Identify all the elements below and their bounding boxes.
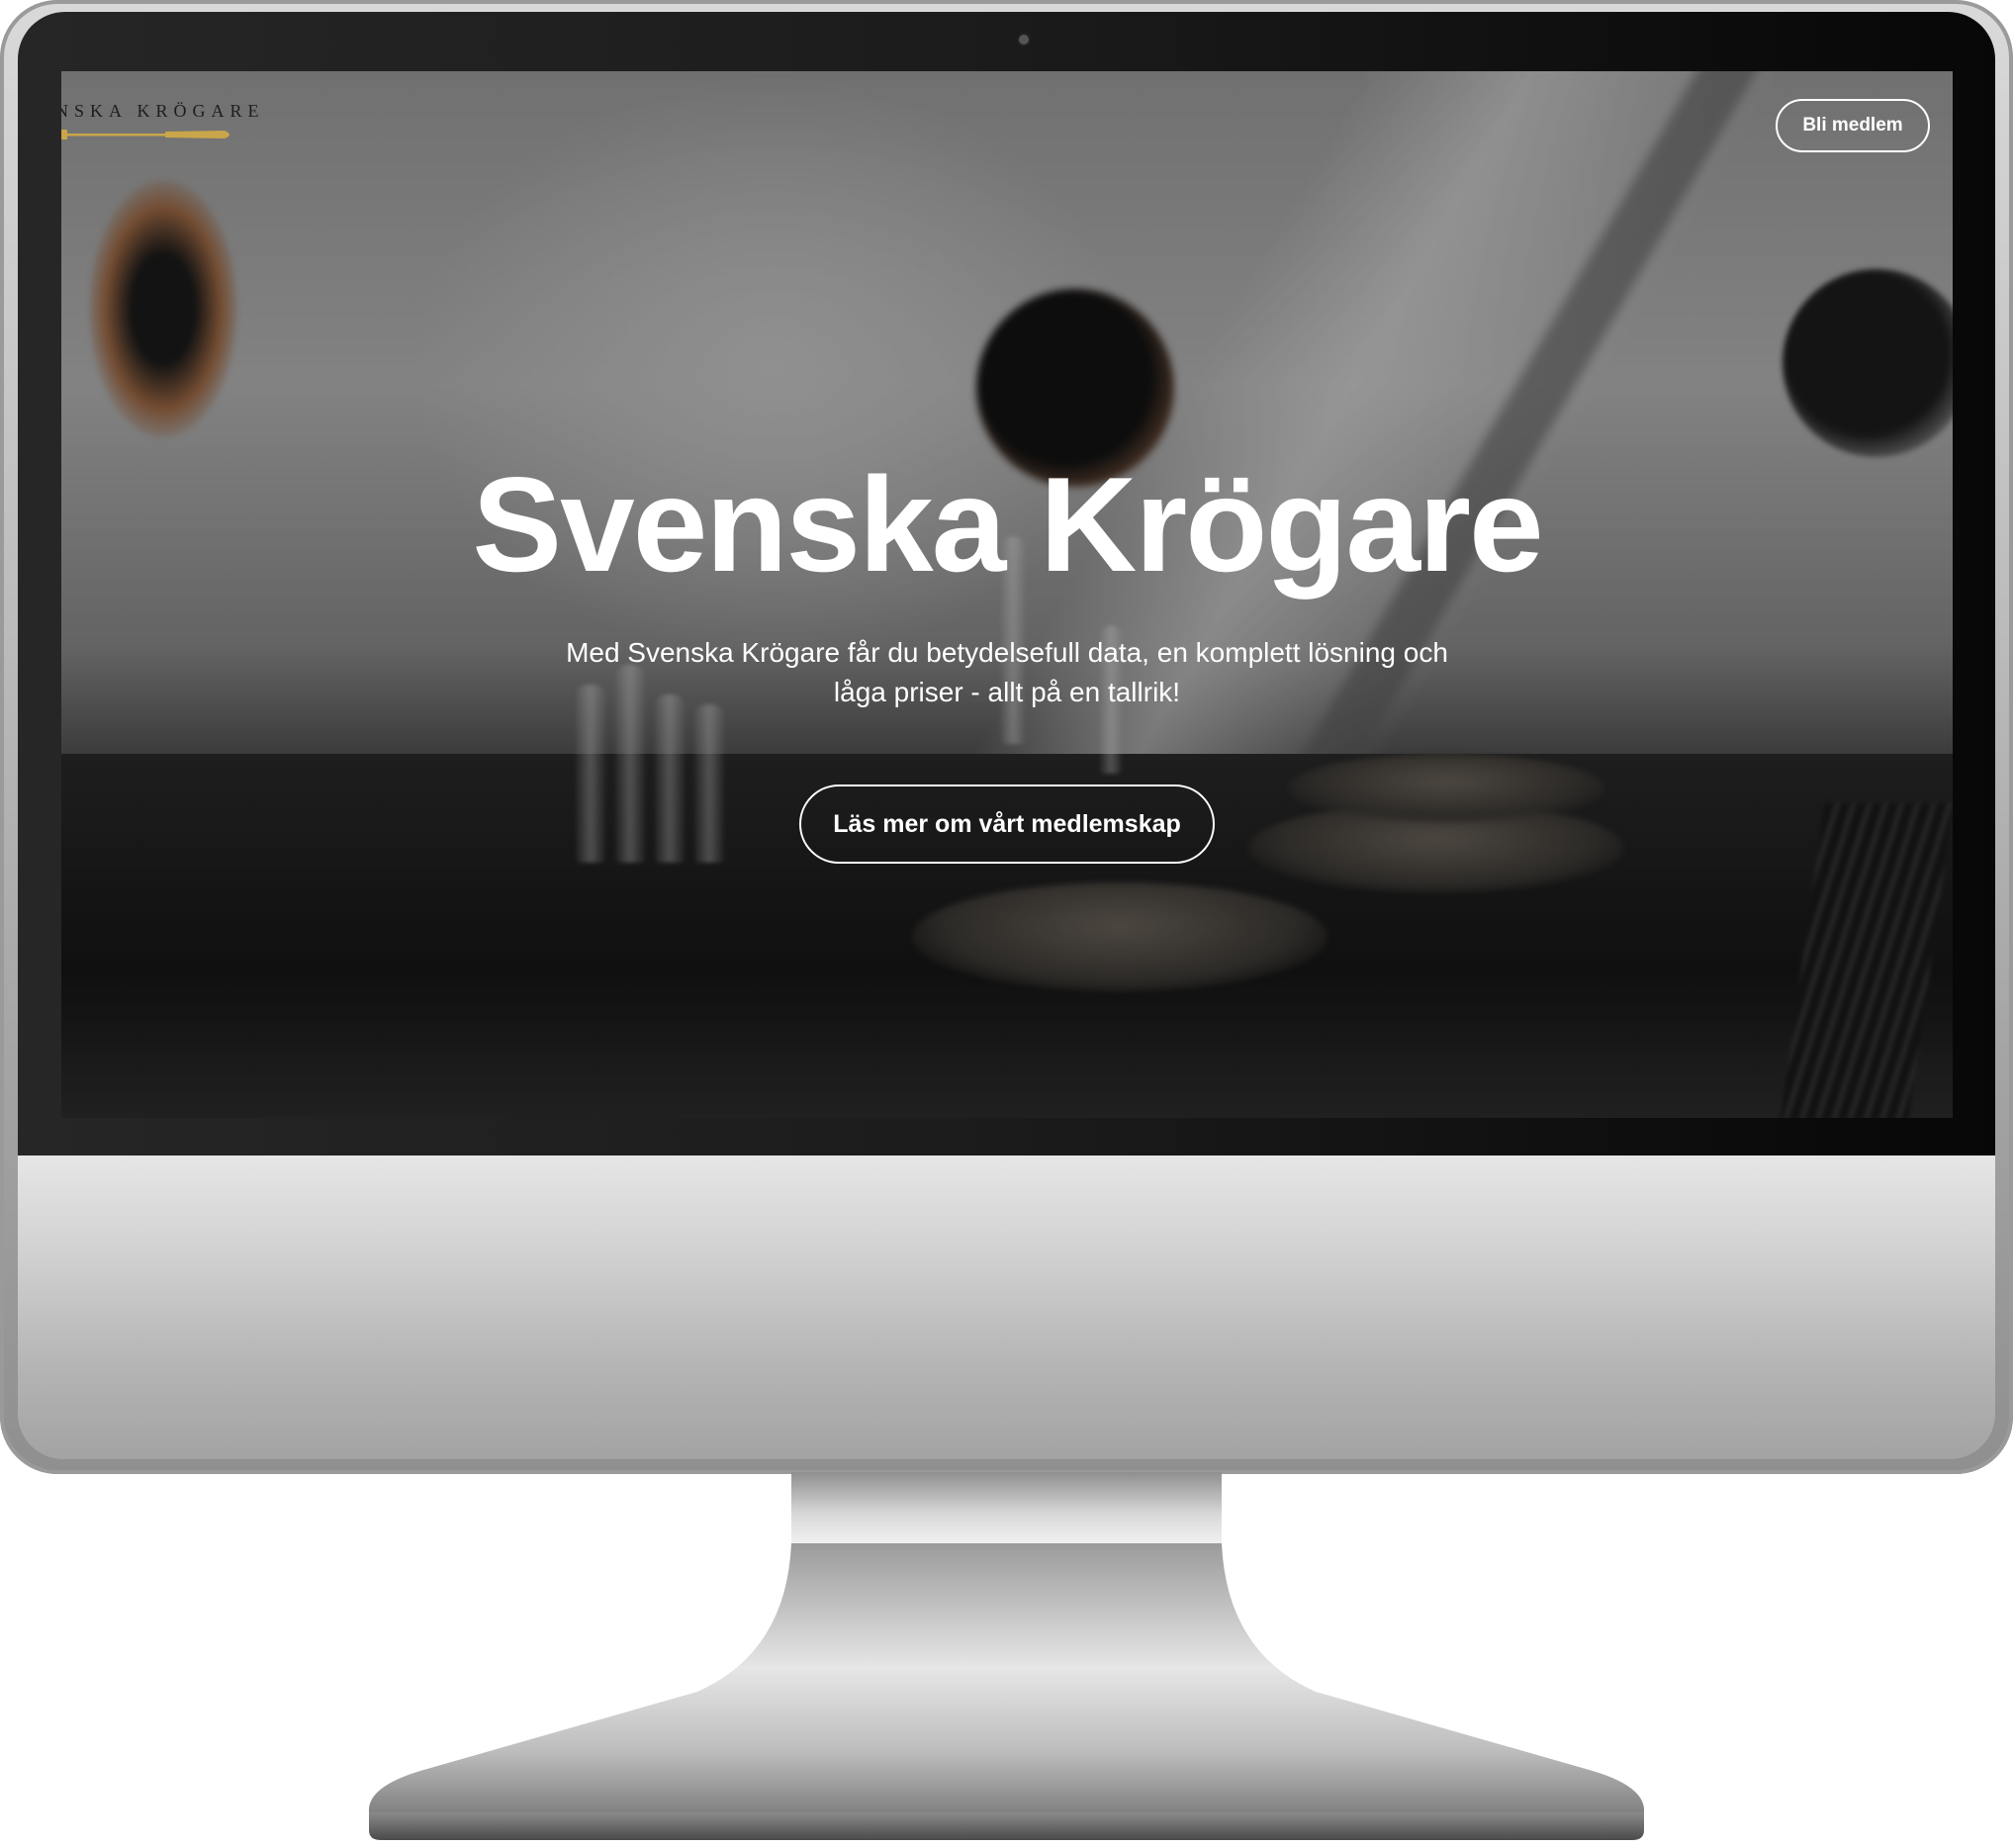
logo-wordmark: NSKA KRÖGARE [61,101,265,121]
monitor-body: NSKA KRÖGARE Bli medlem Svenska Krögare … [0,0,2013,1474]
knife-icon [61,130,229,139]
website-screen: NSKA KRÖGARE Bli medlem Svenska Krögare … [61,71,1953,1118]
hero-title: Svenska Krögare [472,449,1543,600]
device-mockup: NSKA KRÖGARE Bli medlem Svenska Krögare … [0,0,2013,1848]
camera-icon [1019,35,1029,45]
read-more-membership-button[interactable]: Läs mer om vårt medlemskap [799,785,1215,864]
monitor-stand-base [369,1543,1644,1840]
become-member-button[interactable]: Bli medlem [1776,99,1930,152]
hero-subtitle: Med Svenska Krögare får du betydelsefull… [566,637,1448,707]
site-logo[interactable]: NSKA KRÖGARE [61,101,299,160]
monitor-chin [18,1155,1995,1459]
